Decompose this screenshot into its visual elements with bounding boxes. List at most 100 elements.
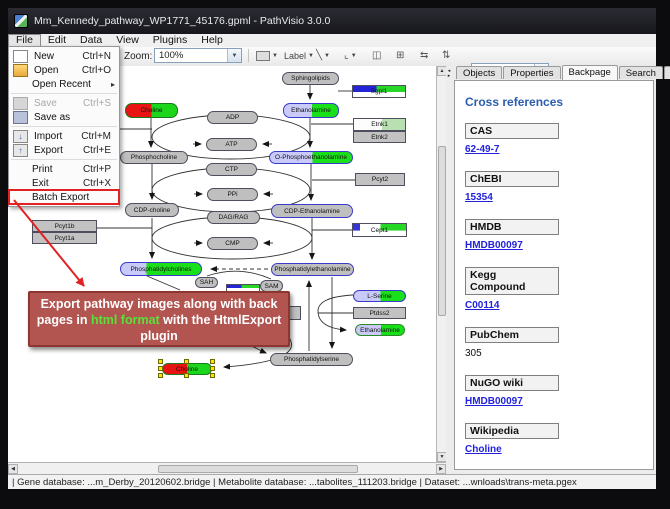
metabolite-node-phosphatidylcholines[interactable]: Phosphatidylcholines (120, 262, 202, 276)
metabolite-node-cmp[interactable]: CMP (207, 237, 258, 250)
metabolite-node-l-serine[interactable]: L-Serine (353, 290, 406, 302)
file-menu-item-exit[interactable]: Exit Ctrl+X (9, 176, 119, 190)
menu-separator (11, 159, 117, 160)
file-menu-item-open[interactable]: OpenCtrl+O (9, 63, 119, 77)
menu-help[interactable]: Help (194, 34, 230, 47)
xref-database-name: HMDB (465, 219, 559, 235)
zoom-combobox[interactable]: 100%▼ (154, 48, 242, 63)
metabolite-node-ethanolamine[interactable]: Ethanolamine (283, 103, 339, 118)
file-menu-item-import[interactable]: ↓ImportCtrl+M (9, 129, 119, 143)
chevron-down-icon[interactable]: ▼ (227, 49, 241, 62)
xref-section-pubchem: PubChem 305 (465, 327, 653, 361)
metabolite-node-cdp-choline[interactable]: CDP-choline (125, 203, 179, 217)
metabolite-node-ctp[interactable]: CTP (206, 163, 257, 176)
menu-item-shortcut: Ctrl+X (83, 178, 111, 189)
new-datanode-button[interactable]: ▼ (254, 48, 280, 63)
gene-node-ptdss2[interactable]: Ptdss2 (353, 307, 406, 319)
metabolite-node-atp[interactable]: ATP (206, 138, 257, 151)
new-label-button[interactable]: Label ▼ (282, 48, 316, 63)
tab-search[interactable]: Search (619, 66, 663, 79)
file-menu-item-save[interactable]: SaveCtrl+S (9, 96, 119, 110)
tab-backpage[interactable]: Backpage (562, 65, 618, 80)
cross-references-sections: CAS62-49-7ChEBI15354HMDBHMDB00097Kegg Co… (455, 123, 653, 457)
scroll-left-icon[interactable]: ◀ (8, 464, 18, 474)
selection-handle[interactable] (158, 373, 163, 378)
xref-value: 305 (465, 348, 482, 359)
xref-link[interactable]: C00114 (465, 300, 499, 311)
status-bar: | Gene database: ...m_Derby_20120602.bri… (8, 474, 656, 489)
menu-item-shortcut: Ctrl+E (83, 145, 111, 156)
align-middle-button[interactable]: ⊞ (394, 48, 406, 63)
gene-node-pcyt1b[interactable]: Pcyt1b (32, 220, 97, 232)
connector-icon: ⌞ (344, 50, 349, 61)
scrollbar-thumb[interactable] (158, 465, 358, 473)
xref-link[interactable]: 62-49-7 (465, 144, 499, 155)
align-center-button[interactable]: ◫ (370, 48, 383, 63)
distribute-horizontal-icon: ⇆ (420, 50, 428, 61)
save-icon (13, 97, 28, 110)
gene-node-pcyt2[interactable]: Pcyt2 (355, 173, 405, 186)
xref-link[interactable]: 15354 (465, 192, 493, 203)
metabolite-node-o-phosphoethanolamine[interactable]: O-Phosphoethanolamine (269, 151, 353, 164)
metabolite-node-phosphatidylserine[interactable]: Phosphatidylserine (270, 353, 353, 366)
save-as-icon (13, 111, 28, 124)
xref-link[interactable]: HMDB00097 (465, 396, 523, 407)
metabolite-node-sphingolipids[interactable]: Sphingolipids (282, 72, 339, 85)
gene-node-etnk2[interactable]: Etnk2 (353, 131, 406, 143)
metabolite-node-cdp-ethanolamine[interactable]: CDP-Ethanolamine (271, 204, 353, 218)
menu-item-label: Exit (32, 178, 49, 189)
distribute-vertical-button[interactable]: ⇅ (440, 48, 452, 63)
import-icon: ↓ (13, 130, 28, 143)
selection-handle[interactable] (210, 373, 215, 378)
tab-properties[interactable]: Properties (503, 66, 560, 79)
menu-item-label: New (34, 51, 54, 62)
tab-legend[interactable]: Legend (664, 66, 670, 79)
metabolite-node-sah[interactable]: SAH (195, 277, 218, 288)
xref-section-nugo-wiki: NuGO wiki HMDB00097 (465, 375, 653, 409)
metabolite-node-phosphatidylethanolamine[interactable]: Phosphatidylethanolamine (271, 263, 354, 276)
menu-plugins[interactable]: Plugins (146, 34, 194, 47)
scrollbar-thumb[interactable] (438, 146, 446, 316)
canvas-vertical-scrollbar[interactable]: ▲ ▼ (436, 66, 446, 462)
split-pane-divider[interactable]: ◂▸ (446, 66, 452, 474)
file-menu-item-print[interactable]: PrintCtrl+P (9, 162, 119, 176)
new-line-button[interactable]: ╲ ▼ (314, 48, 332, 63)
selection-handle[interactable] (158, 366, 163, 371)
xref-link[interactable]: HMDB00097 (465, 240, 523, 251)
distribute-horizontal-button[interactable]: ⇆ (418, 48, 430, 63)
metabolite-node-choline[interactable]: Choline (125, 103, 178, 118)
selection-handle[interactable] (184, 373, 189, 378)
metabolite-node-ppi[interactable]: PPi (207, 188, 258, 201)
xref-database-name: NuGO wiki (465, 375, 559, 391)
metabolite-node-ethanolamine[interactable]: Ethanolamine (355, 324, 405, 336)
selection-handle[interactable] (210, 359, 215, 364)
xref-link[interactable]: Choline (465, 444, 502, 455)
tab-objects[interactable]: Objects (456, 66, 502, 79)
chevron-down-icon[interactable]: ▼ (272, 53, 278, 59)
metabolite-node-adp[interactable]: ADP (207, 111, 258, 124)
selection-handle[interactable] (184, 359, 189, 364)
chevron-down-icon[interactable]: ▼ (351, 53, 357, 59)
file-menu-item-save-as[interactable]: Save as (9, 110, 119, 124)
metabolite-node-phosphocholine[interactable]: Phosphocholine (120, 151, 188, 164)
align-middle-icon: ⊞ (396, 50, 404, 61)
file-menu-item-open-recent[interactable]: Open Recent▸ (9, 77, 119, 91)
xref-database-name: PubChem (465, 327, 559, 343)
chevron-down-icon[interactable]: ▼ (324, 53, 330, 59)
gene-node-cept1[interactable]: Cept1 (352, 223, 407, 237)
selection-handle[interactable] (210, 366, 215, 371)
scroll-right-icon[interactable]: ▶ (436, 464, 446, 474)
file-menu-item-batch-export[interactable]: Batch Export (9, 190, 119, 204)
gene-node-etnk1[interactable]: Etnk1 (353, 118, 406, 131)
file-menu-item-export[interactable]: ↑ExportCtrl+E (9, 143, 119, 157)
selection-handle[interactable] (158, 359, 163, 364)
gene-node-sgpl1[interactable]: Sgpl1 (352, 85, 406, 98)
file-menu-item-new[interactable]: NewCtrl+N (9, 49, 119, 63)
side-panel: ObjectsPropertiesBackpageSearchLegend Cr… (452, 66, 656, 474)
metabolite-node-dag-rag[interactable]: DAG/RAG (207, 211, 260, 224)
title-bar[interactable]: Mm_Kennedy_pathway_WP1771_45176.gpml - P… (8, 8, 656, 34)
datanode-icon (256, 51, 270, 61)
canvas-horizontal-scrollbar[interactable]: ◀ ▶ (8, 462, 446, 474)
gene-node-pcyt1a[interactable]: Pcyt1a (32, 232, 97, 244)
new-connector-button[interactable]: ⌞ ▼ (342, 48, 359, 63)
